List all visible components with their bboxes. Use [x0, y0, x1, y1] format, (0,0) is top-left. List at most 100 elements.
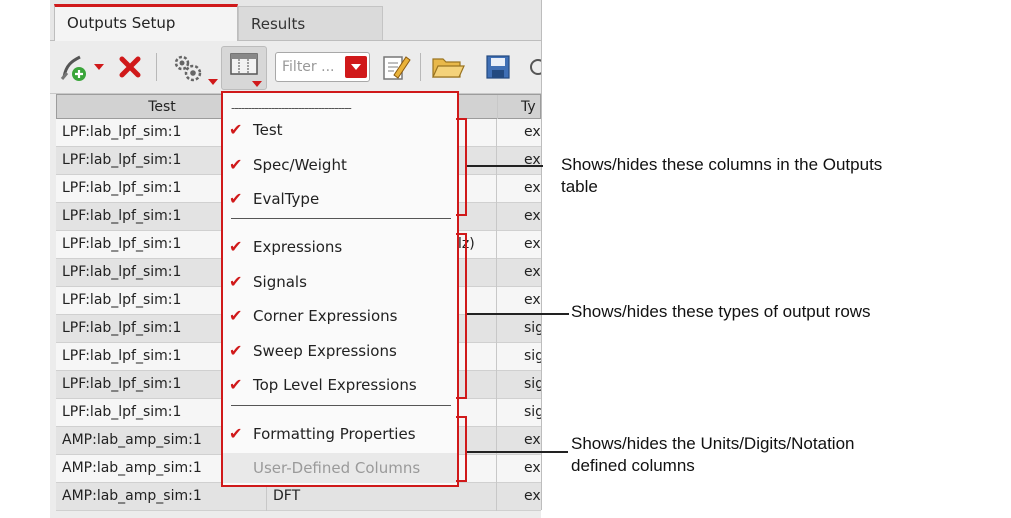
annotation-rows: Shows/hides these types of output rows: [571, 301, 871, 323]
cell-type: sig: [524, 320, 541, 336]
checkmark-icon: ✔: [229, 189, 243, 208]
column-divider: [496, 315, 497, 343]
menu-item-signals[interactable]: ✔ Signals: [223, 267, 457, 297]
menu-item-label: Signals: [253, 273, 307, 291]
checkmark-icon: ✔: [229, 341, 243, 360]
overflow-icon[interactable]: [528, 51, 541, 83]
cell-type: ex: [524, 264, 541, 280]
cell-test: LPF:lab_lpf_sim:1: [62, 264, 182, 280]
columns-connector: [467, 165, 543, 167]
filter-input[interactable]: Filter ...: [282, 59, 334, 75]
menu-item-label: Test: [253, 121, 283, 139]
menu-item-corner-expressions[interactable]: ✔ Corner Expressions: [223, 301, 457, 331]
cell-type: ex: [524, 124, 541, 140]
tab-bar: Outputs Setup Results: [50, 0, 541, 41]
settings-gears-icon[interactable]: [168, 51, 208, 83]
table-row[interactable]: AMP:lab_amp_sim:1 DFT ex: [56, 483, 541, 511]
cell-type: sig: [524, 404, 541, 420]
column-selector-icon: [230, 53, 258, 75]
settings-dropdown-arrow[interactable]: [208, 79, 218, 85]
panel-edge: [541, 0, 542, 510]
cell-test: AMP:lab_amp_sim:1: [62, 460, 202, 476]
cell-type: ex: [524, 208, 541, 224]
menu-item-evaltype[interactable]: ✔ EvalType: [223, 184, 457, 214]
menu-item-top-level-expressions[interactable]: ✔ Top Level Expressions: [223, 370, 457, 400]
column-selector-dropdown-arrow[interactable]: [252, 81, 262, 87]
outputs-panel: Outputs Setup Results Filter ... Test Ty…: [50, 0, 541, 518]
annotation-columns-line-2: table: [561, 177, 598, 196]
cell-name: DFT: [273, 488, 301, 504]
column-divider: [496, 119, 497, 147]
annotation-formatting-line-2: defined columns: [571, 456, 695, 475]
cell-test: LPF:lab_lpf_sim:1: [62, 208, 182, 224]
cell-type: ex: [524, 152, 541, 168]
save-icon[interactable]: [484, 51, 512, 83]
menu-item-label: Top Level Expressions: [253, 376, 417, 394]
column-selector-button[interactable]: [221, 46, 267, 90]
rows-group-bracket: [456, 233, 467, 399]
cell-test: AMP:lab_amp_sim:1: [62, 488, 202, 504]
toolbar: Filter ...: [50, 41, 541, 94]
column-divider: [496, 343, 497, 371]
cell-type: ex: [524, 236, 541, 252]
menu-item-sweep-expressions[interactable]: ✔ Sweep Expressions: [223, 336, 457, 366]
checkmark-icon: ✔: [229, 375, 243, 394]
cell-expression: [458, 483, 478, 510]
filter-combobox[interactable]: Filter ...: [275, 52, 370, 82]
menu-item-spec-weight[interactable]: ✔ Spec/Weight: [223, 150, 457, 180]
annotation-columns: Shows/hides these columns in the Outputs…: [561, 154, 882, 198]
cell-type: sig: [524, 376, 541, 392]
cell-type: ex: [524, 432, 541, 448]
open-folder-icon[interactable]: [430, 51, 466, 83]
column-divider: [497, 95, 498, 119]
cell-test: LPF:lab_lpf_sim:1: [62, 376, 182, 392]
cell-type: ex: [524, 292, 541, 308]
cell-type: ex: [524, 460, 541, 476]
checkmark-icon: ✔: [229, 155, 243, 174]
column-divider: [496, 287, 497, 315]
column-visibility-menu: ------------------------------------ ✔ Te…: [221, 91, 459, 487]
filter-dropdown-icon[interactable]: [345, 56, 367, 78]
formatting-connector: [467, 451, 568, 453]
cell-type: ex: [524, 180, 541, 196]
delete-icon[interactable]: [114, 51, 146, 83]
cell-test: LPF:lab_lpf_sim:1: [62, 292, 182, 308]
menu-separator: [231, 218, 451, 219]
edit-icon[interactable]: [380, 51, 412, 83]
add-output-dropdown-arrow[interactable]: [94, 64, 104, 70]
menu-item-label: Sweep Expressions: [253, 342, 397, 360]
cell-test: LPF:lab_lpf_sim:1: [62, 236, 182, 252]
checkmark-icon: ✔: [229, 120, 243, 139]
cell-test: LPF:lab_lpf_sim:1: [62, 152, 182, 168]
menu-separator: [231, 405, 451, 406]
column-divider: [496, 483, 497, 511]
column-divider: [496, 231, 497, 259]
column-divider: [496, 371, 497, 399]
menu-item-label: Corner Expressions: [253, 307, 398, 325]
rows-connector: [467, 313, 569, 315]
cell-test: LPF:lab_lpf_sim:1: [62, 124, 182, 140]
tab-results[interactable]: Results: [238, 6, 383, 40]
menu-item-label: User-Defined Columns: [253, 459, 421, 477]
checkmark-icon: ✔: [229, 306, 243, 325]
columns-group-bracket: [456, 118, 467, 216]
column-divider: [496, 175, 497, 203]
column-divider: [496, 259, 497, 287]
menu-item-expressions[interactable]: ✔ Expressions: [223, 232, 457, 262]
menu-tearoff-line[interactable]: ------------------------------------: [231, 101, 451, 115]
column-header-type[interactable]: Ty: [521, 95, 541, 119]
menu-item-formatting-properties[interactable]: ✔ Formatting Properties: [223, 419, 457, 449]
toolbar-separator: [420, 53, 421, 81]
annotation-columns-line-1: Shows/hides these columns in the Outputs: [561, 155, 883, 174]
column-divider: [496, 455, 497, 483]
add-output-icon[interactable]: [58, 51, 90, 83]
menu-item-label: Formatting Properties: [253, 425, 416, 443]
checkmark-icon: ✔: [229, 272, 243, 291]
menu-item-test[interactable]: ✔ Test: [223, 115, 457, 145]
checkmark-icon: ✔: [229, 237, 243, 256]
annotation-formatting: Shows/hides the Units/Digits/Notation de…: [571, 433, 854, 477]
tab-outputs-setup[interactable]: Outputs Setup: [54, 4, 238, 41]
menu-item-label: Spec/Weight: [253, 156, 347, 174]
cell-type: ex: [524, 488, 541, 504]
menu-item-user-defined-columns[interactable]: User-Defined Columns: [223, 453, 457, 483]
